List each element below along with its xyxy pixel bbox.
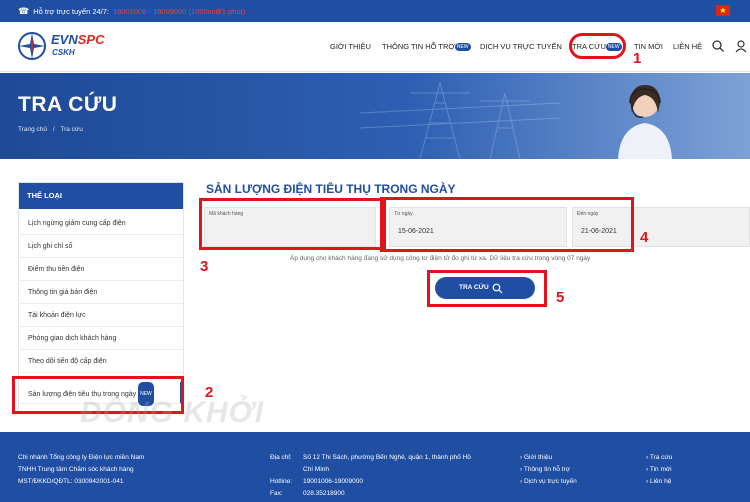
user-icon[interactable]: [734, 39, 748, 53]
support-agent-illustration: [618, 85, 672, 159]
link-label: Dịch vụ trực tuyến: [523, 478, 577, 485]
brand-name[interactable]: EVNSPC: [51, 32, 105, 47]
company-line-1: Chi nhánh Tổng công ty Điện lực miền Nam: [18, 454, 145, 461]
nav-gioi-thieu[interactable]: GIỚI THIỆU: [330, 42, 371, 51]
footer-company: Chi nhánh Tổng công ty Điện lực miền Nam…: [18, 452, 144, 488]
link-label: Thông tin hỗ trợ: [523, 466, 571, 473]
hotline-value[interactable]: 19001006-19009000: [303, 476, 471, 488]
brand-accent: SPC: [77, 32, 105, 47]
footer-links-2: › Tra cứu › Tin mới › Liên hệ: [646, 452, 672, 488]
footer-link-dich-vu[interactable]: › Dịch vụ trực tuyến: [520, 476, 577, 488]
section-title: SẢN LƯỢNG ĐIỆN TIÊU THỤ TRONG NGÀY: [206, 182, 456, 196]
fax-value: 028.35218900: [303, 490, 345, 497]
footer-contact-values: Số 12 Thi Sách, phường Bến Nghé, quận 1,…: [303, 452, 471, 500]
hotline-label: Hotline:: [270, 478, 293, 485]
annotation-number-4: 4: [640, 229, 649, 246]
power-tower-illustration: [360, 81, 560, 159]
phone-icon: ☎: [18, 5, 30, 16]
nav-label: THÔNG TIN HỖ TRỢ: [382, 42, 455, 51]
nav-lien-he[interactable]: LIÊN HỆ: [673, 42, 702, 51]
search-icon[interactable]: [711, 39, 725, 53]
sidebar-item-tien-do[interactable]: Theo dõi tiến độ cấp điện: [19, 351, 183, 373]
annotation-box-button: [427, 270, 547, 307]
footer-links-1: › Giới thiệu › Thông tin hỗ trợ › Dịch v…: [520, 452, 577, 488]
nav-dich-vu[interactable]: DỊCH VỤ TRỰC TUYẾN: [480, 42, 562, 51]
footer-contact-labels: Địa chỉ: Hotline: Fax:: [270, 452, 292, 500]
address-line-2: Chí Minh: [303, 466, 330, 473]
page-title: TRA CỨU: [18, 93, 118, 116]
address-label: Địa chỉ:: [270, 454, 292, 461]
annotation-circle-tra-cuu: [569, 33, 626, 59]
evn-logo-icon[interactable]: [17, 31, 47, 61]
vietnam-flag-icon[interactable]: ★: [716, 5, 730, 16]
breadcrumb-separator: /: [52, 126, 55, 133]
footer-link-tra-cuu[interactable]: › Tra cứu: [646, 452, 672, 464]
footer-link-thong-tin[interactable]: › Thông tin hỗ trợ: [520, 464, 577, 476]
sidebar-item-gia-ban[interactable]: Thông tin giá bán điện: [19, 282, 183, 304]
watermark: ĐỒNG KHỞI: [80, 396, 265, 429]
usage-note: Áp dụng cho khách hàng đang sử dụng công…: [290, 255, 591, 262]
footer-link-lien-he[interactable]: › Liên hệ: [646, 476, 672, 488]
sidebar-item-lich-ghi[interactable]: Lịch ghi chỉ số: [19, 236, 183, 258]
footer-link-tin-moi[interactable]: › Tin mới: [646, 464, 672, 476]
annotation-box-dates: [380, 197, 634, 252]
hero-banner: TRA CỨU Trang chủ / Tra cứu: [0, 73, 750, 159]
breadcrumb-home[interactable]: Trang chủ: [18, 126, 47, 133]
annotation-number-1: 1: [633, 50, 642, 67]
address-line-1: Số 12 Thi Sách, phường Bến Nghé, quận 1,…: [303, 454, 471, 461]
fax-label: Fax:: [270, 490, 283, 497]
brand-main: EVN: [51, 32, 78, 47]
sidebar-heading: THỂ LOẠI: [19, 183, 183, 209]
sidebar-item-tai-khoan[interactable]: Tài khoản điện lực: [19, 305, 183, 327]
link-label: Tin mới: [649, 466, 672, 473]
footer: Chi nhánh Tổng công ty Điện lực miền Nam…: [0, 432, 750, 502]
nav-thong-tin-ho-tro[interactable]: THÔNG TIN HỖ TRỢ NEW: [382, 42, 471, 52]
breadcrumb: Trang chủ / Tra cứu: [18, 126, 83, 133]
link-label: Tra cứu: [649, 454, 673, 461]
new-badge: NEW: [454, 43, 471, 52]
company-line-2: TNHH Trung tâm Chăm sóc khách hàng: [18, 466, 134, 473]
top-bar: ☎ Hỗ trợ trực tuyến 24/7: 19001006 - 190…: [0, 0, 750, 22]
breadcrumb-current: Tra cứu: [60, 126, 83, 133]
hotline-numbers[interactable]: 19001006 - 19009000 (1000vnđ/1 phút): [113, 7, 245, 16]
annotation-box-customer: [199, 198, 386, 250]
footer-link-gioi-thieu[interactable]: › Giới thiệu: [520, 452, 577, 464]
brand-sub: CSKH: [52, 48, 75, 57]
company-line-3: MST/ĐKKD/QĐTL: 0300942001-041: [18, 478, 124, 485]
link-label: Liên hệ: [649, 478, 672, 485]
annotation-number-3: 3: [200, 258, 209, 275]
annotation-number-5: 5: [556, 289, 565, 306]
hotline-label: Hỗ trợ trực tuyến 24/7:: [33, 6, 110, 16]
sidebar-item-phong-giao-dich[interactable]: Phòng giao dịch khách hàng: [19, 328, 183, 350]
sidebar-item-diem-thu[interactable]: Điểm thu tiền điện: [19, 259, 183, 281]
link-label: Giới thiệu: [523, 454, 553, 461]
sidebar-item-lich-ngung[interactable]: Lịch ngừng giảm cung cấp điện: [19, 213, 183, 235]
